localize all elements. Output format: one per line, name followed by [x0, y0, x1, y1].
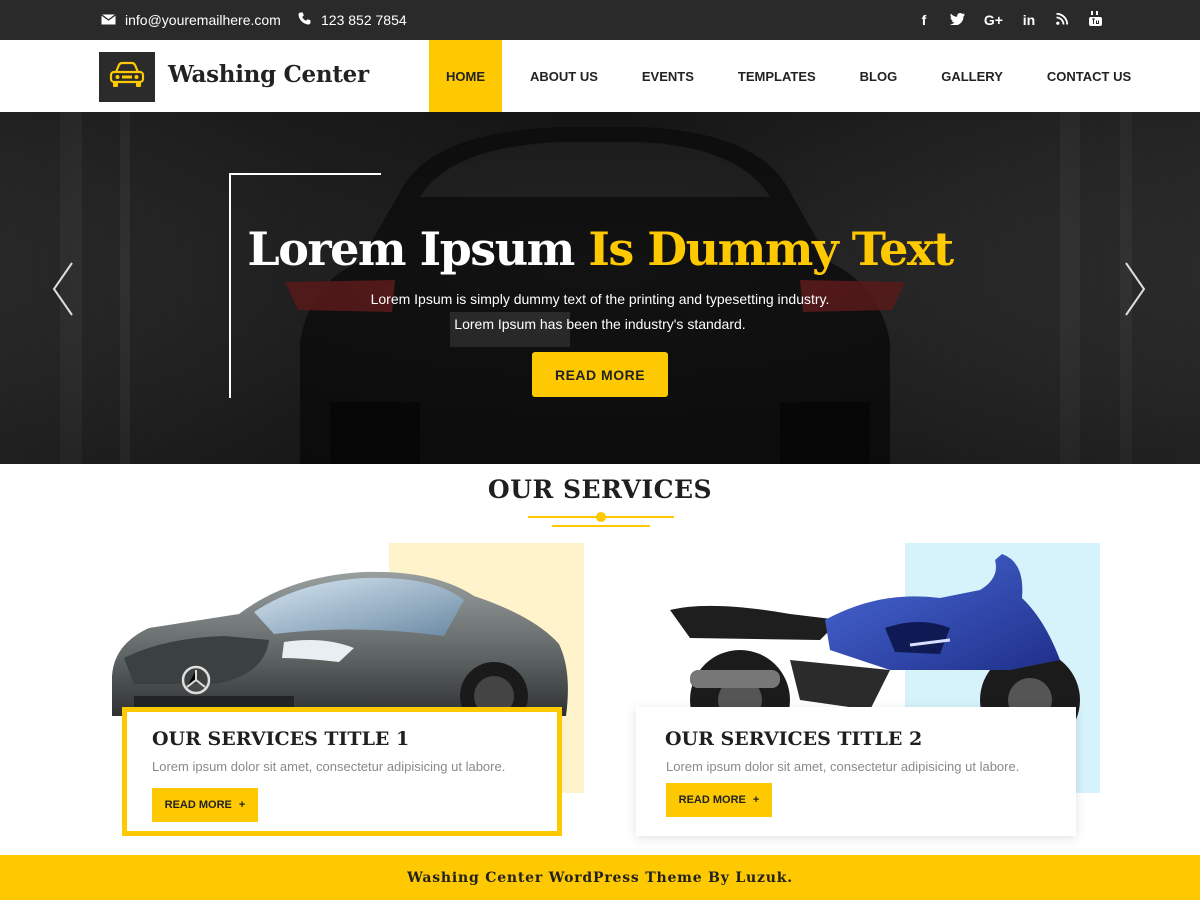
site-header: Washing Center HOME ABOUT US EVENTS TEMP…	[0, 40, 1200, 112]
hero-read-more-button[interactable]: READ MORE	[532, 352, 668, 397]
email-text[interactable]: info@youremailhere.com	[125, 12, 281, 28]
logo[interactable]	[99, 52, 155, 102]
plus-icon: +	[238, 799, 246, 811]
main-nav: HOME ABOUT US EVENTS TEMPLATES BLOG GALL…	[429, 40, 1149, 112]
top-bar: info@youremailhere.com 123 852 7854 f G+…	[0, 0, 1200, 40]
hero-subtitle-line2: Lorem Ipsum has been the industry's stan…	[454, 316, 746, 332]
hero-title-main: Lorem Ipsum	[247, 222, 575, 276]
slider-next-button[interactable]	[1122, 259, 1148, 319]
site-footer: Washing Center WordPress Theme By Luzuk.	[0, 855, 1200, 900]
hero-title-highlight: Is Dummy Text	[588, 222, 954, 276]
service-1-read-more-button[interactable]: READ MORE +	[152, 788, 258, 822]
button-label: READ MORE	[678, 794, 746, 806]
rss-icon[interactable]	[1055, 12, 1069, 28]
hero-frame-top	[229, 173, 381, 175]
services-divider	[528, 512, 674, 527]
google-plus-icon[interactable]: G+	[984, 12, 1003, 28]
nav-item-templates[interactable]: TEMPLATES	[720, 40, 834, 112]
service-card-2: OUR SERVICES TITLE 2 Lorem ipsum dolor s…	[636, 707, 1076, 836]
site-title[interactable]: Washing Center	[168, 61, 369, 88]
facebook-icon[interactable]: f	[917, 12, 931, 28]
nav-item-gallery[interactable]: GALLERY	[923, 40, 1021, 112]
phone-icon	[296, 12, 312, 28]
button-label: READ MORE	[164, 799, 232, 811]
chevron-left-icon	[50, 262, 76, 323]
plus-icon: +	[752, 794, 760, 806]
service-card-1: OUR SERVICES TITLE 1 Lorem ipsum dolor s…	[122, 707, 562, 836]
service-card-title[interactable]: OUR SERVICES TITLE 2	[665, 728, 922, 750]
youtube-icon[interactable]	[1088, 11, 1102, 29]
hero-subtitle-line1: Lorem Ipsum is simply dummy text of the …	[370, 291, 830, 307]
service-card-title[interactable]: OUR SERVICES TITLE 1	[152, 728, 409, 750]
footer-credit[interactable]: Washing Center WordPress Theme By Luzuk.	[407, 870, 793, 886]
hero-frame-left	[229, 173, 231, 398]
slider-prev-button[interactable]	[50, 259, 76, 319]
service-card-text: Lorem ipsum dolor sit amet, consectetur …	[152, 759, 506, 774]
envelope-icon	[100, 12, 116, 28]
chevron-right-icon	[1122, 262, 1148, 323]
social-links: f G+ in	[898, 0, 1102, 40]
phone-text[interactable]: 123 852 7854	[321, 12, 407, 28]
nav-item-blog[interactable]: BLOG	[842, 40, 916, 112]
hero-slider: Lorem Ipsum Is Dummy Text Lorem Ipsum is…	[0, 112, 1200, 464]
service-card-text: Lorem ipsum dolor sit amet, consectetur …	[666, 759, 1020, 774]
nav-item-events[interactable]: EVENTS	[624, 40, 712, 112]
twitter-icon[interactable]	[949, 12, 965, 28]
hero-title: Lorem Ipsum Is Dummy Text	[0, 222, 1200, 276]
contact-phone[interactable]: 123 852 7854	[296, 0, 407, 40]
hero-background-image	[0, 112, 1200, 464]
linkedin-icon[interactable]: in	[1022, 12, 1036, 28]
car-icon	[108, 61, 146, 94]
contact-email[interactable]: info@youremailhere.com	[100, 0, 281, 40]
nav-item-home[interactable]: HOME	[429, 40, 502, 112]
services-heading: OUR SERVICES	[487, 475, 713, 504]
nav-item-about-us[interactable]: ABOUT US	[512, 40, 616, 112]
service-2-read-more-button[interactable]: READ MORE +	[666, 783, 772, 817]
nav-item-contact-us[interactable]: CONTACT US	[1029, 40, 1149, 112]
